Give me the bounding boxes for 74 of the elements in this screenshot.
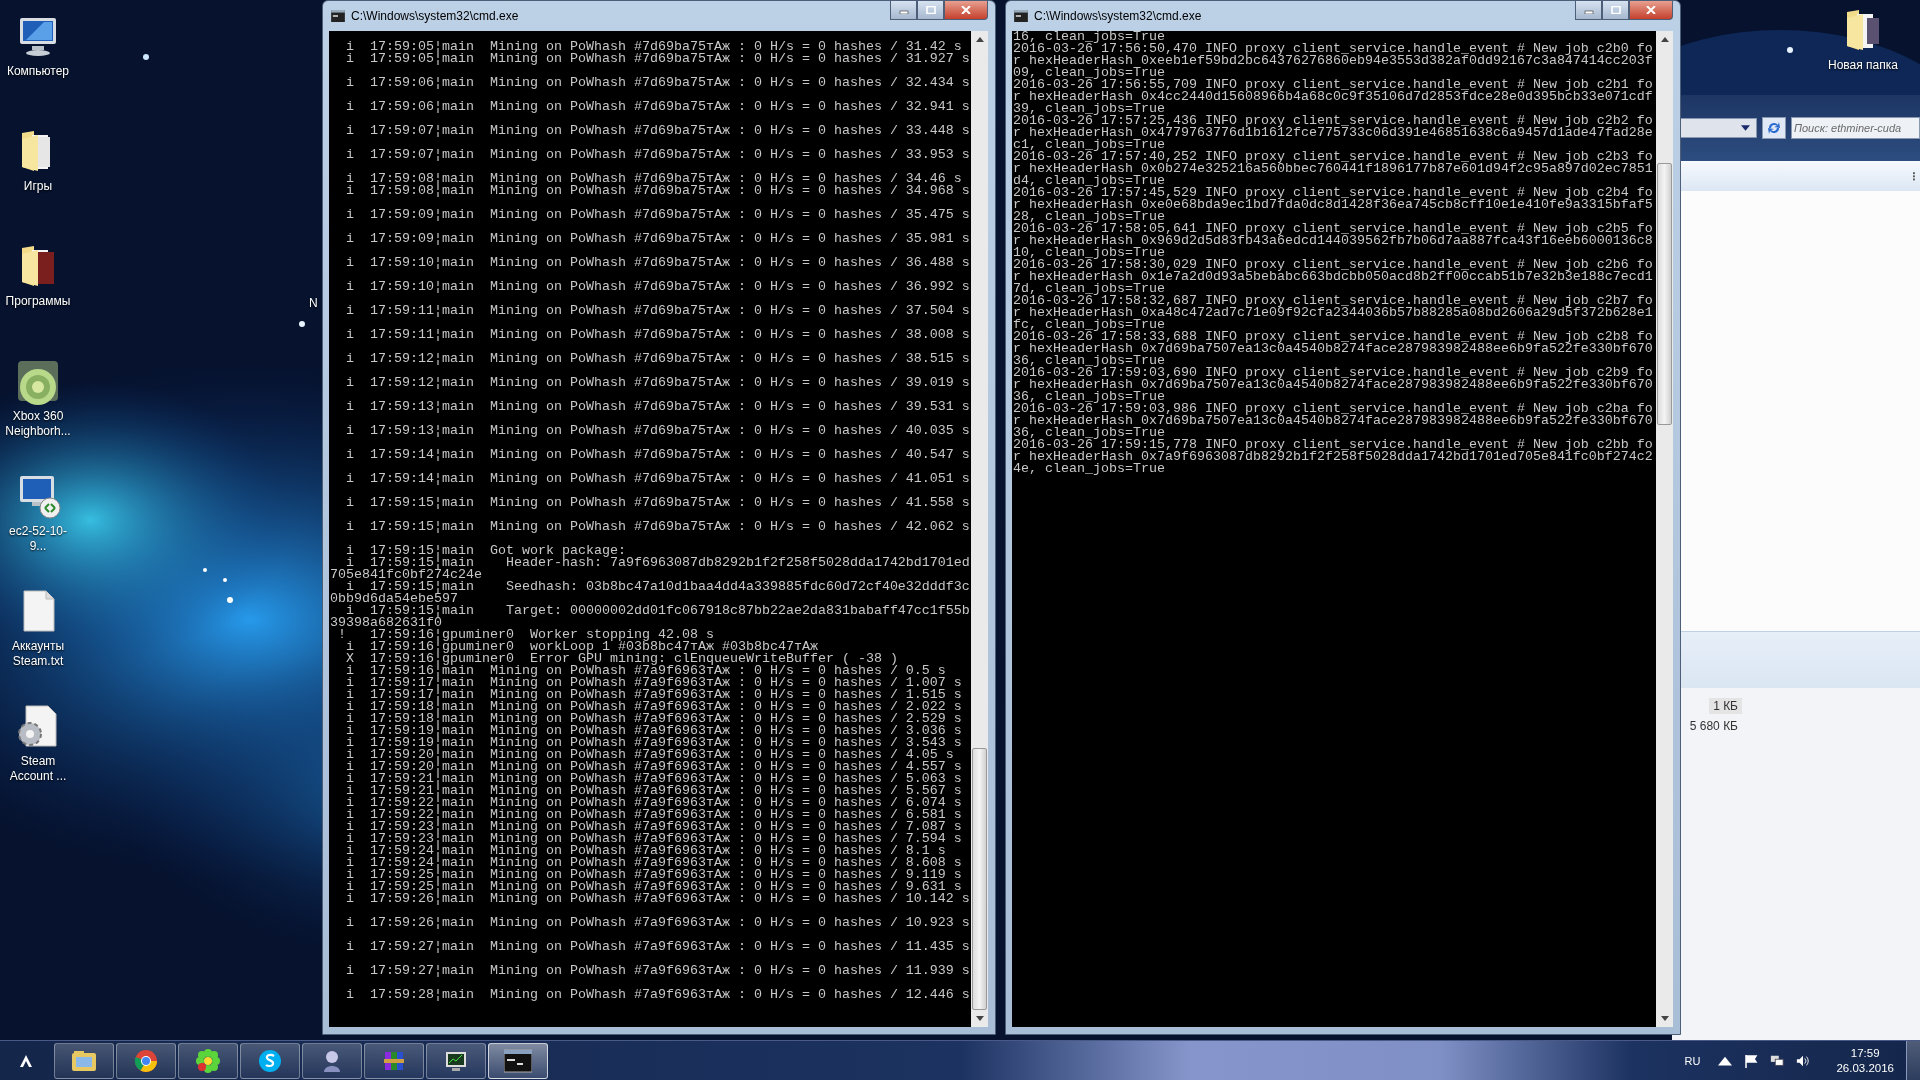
flag-icon[interactable] [1744,1053,1759,1068]
close-button[interactable] [1629,1,1673,20]
taskbar-button[interactable] [364,1042,424,1079]
console-icon [504,1048,532,1073]
scroll-up-icon[interactable] [975,37,984,42]
icon-label: Программы [4,294,72,309]
clock-time: 17:59 [1850,1045,1880,1061]
caret-icon [1741,125,1750,131]
flower-icon [194,1048,222,1073]
scroll-up-icon[interactable] [1660,37,1669,42]
console-line: 2016-03-26 17:57:25,436 INFO proxy client_service.handle_event # New job c2b2 for hexHeaderHash 0x4779763776d1b1612fce775733c06d391e46851638c6a9457d1ade47fad28ec1, clean_jobs=True [1013,115,1653,151]
minimize-button[interactable] [890,1,917,20]
taskbar-button[interactable] [240,1042,300,1079]
minimize-button[interactable] [1575,1,1602,20]
maximize-icon [925,6,936,14]
window-title: C:\Windows\system32\cmd.exe [351,9,519,23]
file-size: 1 КБ [1709,698,1742,714]
console-line: 2016-03-26 17:56:50,470 INFO proxy client_service.handle_event # New job c2b0 for hexHeaderHash 0xeeb1ef59bd2bc64376276860eb94e3553d382af0dd92167c3a847414cc203f09, clean_jobs=True [1013,43,1653,79]
taskbar-button[interactable] [116,1042,176,1079]
icon-label: Steam Account ... [8,754,68,784]
maximize-button[interactable] [917,1,944,20]
clock[interactable]: 17:59 26.03.2016 [1836,1045,1894,1076]
chat-bubble-icon [256,1048,284,1073]
taskbar-button[interactable] [302,1042,362,1079]
console-icon [1014,10,1028,22]
console-line: 2016-03-26 17:56:55,709 INFO proxy client_service.handle_event # New job c2b1 for hexHeaderHash 0x4cc2440d15608966b4a68c0c9f35106d7d2853fdce28e0d395bcb33e071cdf39, clean_jobs=True [1013,79,1653,115]
icon-label: Компьютер [5,64,71,79]
browser-icon [132,1048,160,1073]
refresh-button[interactable] [1762,117,1786,139]
search-field[interactable]: Поиск: ethminer-cuda [1791,117,1920,139]
taskbar-button[interactable] [178,1042,238,1079]
clock-date: 26.03.2016 [1836,1060,1894,1076]
console-line: 2016-03-26 17:58:32,687 INFO proxy client_service.handle_event # New job c2b7 for hexHeaderHash 0xa48c472ad7c71e09f92cfa2344036b57b88285a08bd2606a29d5f372b628e1fc, clean_jobs=True [1013,295,1653,331]
scroll-down-icon[interactable] [1660,1016,1669,1021]
icon-label: Xbox 360 Neighborh... [4,409,72,439]
speaker-icon[interactable] [1796,1053,1811,1068]
network-icon[interactable] [1770,1053,1785,1068]
console-line: 2016-03-26 17:58:05,641 INFO proxy client_service.handle_event # New job c2b5 for hexHeaderHash 0x969d2d5d83fb43a6edcd144039562fb7b06d7aa887fca43f16eeb6000136c810, clean_jobs=True [1013,223,1653,259]
language-indicator[interactable]: RU [1684,1054,1701,1067]
scroll-thumb[interactable] [972,748,987,1010]
file-size: 5 680 КБ [1688,718,1739,734]
taskbar-button[interactable] [54,1042,114,1079]
folder-icon [70,1048,98,1073]
console-line: 2016-03-26 17:58:33,688 INFO proxy client_service.handle_event # New job c2b8 for hexHeaderHash 0x7d69ba7507ea13c0a4540b8274face287983982488ee6b9fa522fe330bf67036, clean_jobs=True [1013,331,1653,367]
close-icon [1646,6,1656,14]
icon-label: Игры [22,179,54,194]
window-title: C:\Windows\system32\cmd.exe [1034,9,1202,23]
close-button[interactable] [944,1,988,20]
maximize-button[interactable] [1602,1,1629,20]
console-line: 2016-03-26 17:58:30,029 INFO proxy client_service.handle_event # New job c2b6 for hexHeaderHash 0x1e7a2d0d93a5bebabc663bdcbb050acd8b2ff00ccab51b7e32b3e188c7ecd17d, clean_jobs=True [1013,259,1653,295]
icon-label: Новая папка [1827,58,1899,73]
taskbar-button[interactable] [488,1042,548,1079]
scrollbar[interactable] [1656,31,1673,1027]
icon-label: ec2-52-10-9... [8,524,68,554]
maximize-icon [1610,6,1621,14]
console-line: 2016-03-26 17:59:03,690 INFO proxy client_service.handle_event # New job c2b9 for hexHeaderHash 0x7d69ba7507ea13c0a4540b8274face287983982488ee6b9fa522fe330bf67036, clean_jobs=True [1013,367,1653,403]
console-line: i 17:59:15¦main Target: 00000002dd01fc067918c87bb22ae2da831babaff47cc1f55b39398a682631f0 [330,605,970,629]
show-desktop-button[interactable] [1906,1040,1920,1080]
icon-label: Аккаунты Steam.txt [10,639,66,669]
start-icon [19,1053,33,1068]
console-line: 2016-03-26 17:57:45,529 INFO proxy client_service.handle_event # New job c2b4 for hexHeaderHash 0xe0e68bda9ec1bd7fda0dc8d1428f36ea745cb8cff10e1e410fe9a3315bfaf528, clean_jobs=True [1013,187,1653,223]
scroll-down-icon[interactable] [975,1016,984,1021]
close-icon [961,6,971,14]
icon-label: N [309,296,318,310]
console-line: 2016-03-26 17:59:03,986 INFO proxy client_service.handle_event # New job c2ba for hexHeaderHash 0x7d69ba7507ea13c0a4540b8274face287983982488ee6b9fa522fe330bf67036, clean_jobs=True [1013,403,1653,439]
view-options-icon[interactable] [1913,169,1918,183]
refresh-icon [1766,120,1782,136]
scrollbar[interactable] [971,31,988,1027]
scroll-thumb[interactable] [1657,163,1672,425]
console-icon [331,10,345,22]
address-dropdown[interactable] [1680,118,1757,138]
console-line: 2016-03-26 17:59:15,778 INFO proxy client_service.handle_event # New job c2bb for hexHeaderHash 0x7a9f6963087db8292b1f2f258f5028dda1742bd1701ed705e841fc0bf274c24e, clean_jobs=True [1013,439,1653,475]
taskbar-button[interactable] [426,1042,486,1079]
console-line: 2016-03-26 17:57:40,252 INFO proxy client_service.handle_event # New job c2b3 for hexHeaderHash 0x0b274e325216a560bbec760441f1896177b87e601d94f2c95a897d02ec7851d4, clean_jobs=True [1013,151,1653,187]
